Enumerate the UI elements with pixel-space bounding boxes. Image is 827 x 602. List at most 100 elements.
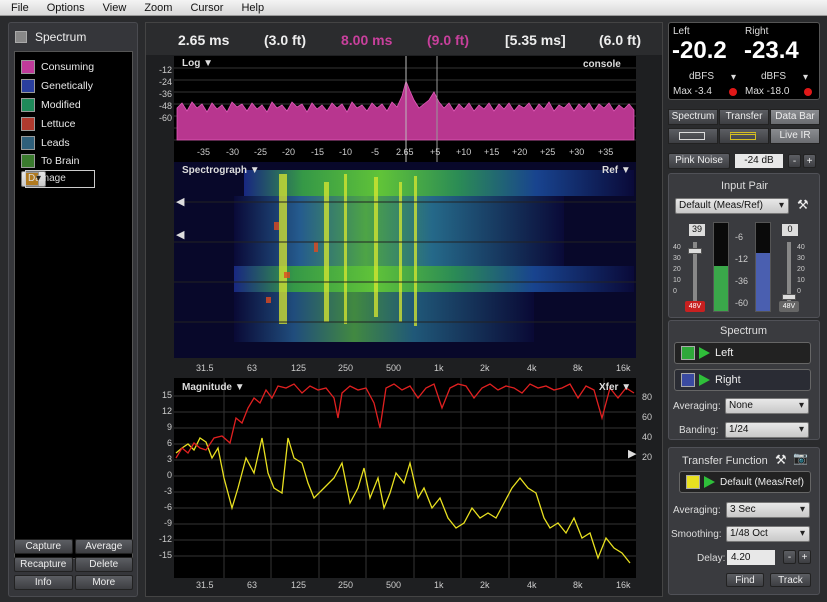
spectrum-channel-left[interactable]: Left <box>674 342 811 364</box>
spectrum-toggle[interactable] <box>15 31 27 43</box>
y-tick: -3 <box>163 486 172 496</box>
menu-view[interactable]: View <box>103 2 127 14</box>
x-tick: -25 <box>254 147 268 157</box>
delay-diff-ft: (6.0 ft) <box>599 32 641 48</box>
trace-label-edit[interactable]: Damage <box>25 170 95 188</box>
spectrograph-plot <box>174 170 636 342</box>
pair-color-swatch[interactable] <box>686 475 700 489</box>
left-unit: dBFS <box>689 71 715 82</box>
menu-file[interactable]: File <box>11 2 29 14</box>
spectro-marker-arrow[interactable]: ◀ <box>176 228 184 241</box>
left-unit-menu-icon[interactable]: ▾ <box>731 72 736 83</box>
layout-single-button[interactable] <box>668 128 718 144</box>
x-tick: 31.5 <box>196 363 214 373</box>
layout-split-button[interactable] <box>719 128 769 144</box>
track-button[interactable]: Track <box>770 573 811 587</box>
left-gain-slider[interactable] <box>688 242 702 304</box>
channel-color-swatch[interactable] <box>681 373 695 387</box>
scale-tick: 10 <box>673 277 681 284</box>
xfer-dropdown[interactable]: Xfer ▼ <box>599 382 631 393</box>
camera-icon[interactable]: 📷 <box>793 451 808 465</box>
trace-item-selected[interactable]: Damage <box>21 170 95 188</box>
tab-transfer[interactable]: Transfer <box>719 109 769 125</box>
right-phantom-power-button[interactable]: 48V <box>779 301 799 312</box>
transfer-pair-row[interactable]: Default (Meas/Ref) <box>679 471 811 493</box>
pink-noise-minus[interactable]: - <box>788 154 801 168</box>
left-phantom-power-button[interactable]: 48V <box>685 301 705 312</box>
menu-zoom[interactable]: Zoom <box>144 2 172 14</box>
left-gain-thumb[interactable] <box>688 248 702 254</box>
delay-input[interactable]: 4.20 <box>727 550 775 565</box>
channel-label: Left <box>715 347 734 359</box>
banding-select[interactable]: 1/24 <box>725 422 809 438</box>
right-input-meter <box>755 222 771 312</box>
x-tick: 250 <box>338 363 354 373</box>
recapture-button[interactable]: Recapture <box>14 557 73 572</box>
left-gain-value[interactable]: 39 <box>689 224 705 236</box>
pink-noise-button[interactable]: Pink Noise <box>668 153 730 169</box>
x-tick: +25 <box>540 147 556 157</box>
tools-icon[interactable]: ⚒ <box>775 452 787 468</box>
right-clip-indicator[interactable] <box>804 88 812 96</box>
spectrograph-pane[interactable]: Spectrograph ▼ Ref ▼ <box>174 162 636 358</box>
delete-button[interactable]: Delete <box>74 557 133 572</box>
info-button[interactable]: Info <box>14 575 73 590</box>
live-ir-button[interactable]: Live IR <box>770 128 820 144</box>
play-icon[interactable] <box>699 347 710 359</box>
pink-noise-plus[interactable]: + <box>803 154 816 168</box>
right-gain-value[interactable]: 0 <box>782 224 798 236</box>
trace-color-swatch[interactable] <box>21 154 35 168</box>
ref-dropdown[interactable]: Ref ▼ <box>602 165 631 176</box>
trace-item[interactable]: To Brain <box>21 152 80 170</box>
find-button[interactable]: Find <box>726 573 764 587</box>
trace-item[interactable]: Genetically <box>21 77 93 95</box>
tab-spectrum[interactable]: Spectrum <box>668 109 718 125</box>
pink-noise-row: Pink Noise -24 dB - + <box>668 153 820 169</box>
channel-color-swatch[interactable] <box>681 346 695 360</box>
input-pair-select[interactable]: Default (Meas/Ref) <box>675 198 789 214</box>
play-icon[interactable] <box>704 476 715 488</box>
magnitude-pane[interactable]: Magnitude ▼ Xfer ▼ <box>174 378 636 578</box>
right-unit-menu-icon[interactable]: ▾ <box>803 72 808 83</box>
play-icon[interactable] <box>699 374 710 386</box>
more-button[interactable]: More <box>74 575 133 590</box>
spectro-marker-arrow[interactable]: ◀ <box>176 195 184 208</box>
capture-button[interactable]: Capture <box>14 539 73 554</box>
spectrum-header: Spectrum <box>13 27 133 47</box>
trace-color-swatch[interactable] <box>21 117 35 131</box>
menu-help[interactable]: Help <box>241 2 264 14</box>
phase-marker-arrow[interactable]: ▶ <box>628 447 636 460</box>
delay-minus-button[interactable]: - <box>783 550 796 564</box>
trace-color-swatch[interactable] <box>21 79 35 93</box>
trace-item[interactable]: Modified <box>21 96 81 114</box>
left-level: -20.2 <box>672 37 727 64</box>
tab-data-bar[interactable]: Data Bar <box>770 109 820 125</box>
trace-color-swatch[interactable] <box>21 98 35 112</box>
trace-item[interactable]: Leads <box>21 134 70 152</box>
spectrograph-dropdown[interactable]: Spectrograph ▼ <box>182 165 260 176</box>
menu-cursor[interactable]: Cursor <box>190 2 223 14</box>
spectrum-channel-right[interactable]: Right <box>674 369 811 391</box>
trace-item[interactable]: Lettuce <box>21 115 75 133</box>
average-button[interactable]: Average <box>74 539 133 554</box>
smoothing-select[interactable]: 1/48 Oct <box>726 526 810 542</box>
right-gain-slider[interactable] <box>782 242 796 304</box>
x-tick: 31.5 <box>196 580 214 590</box>
x-tick: -15 <box>311 147 325 157</box>
tools-icon[interactable]: ⚒ <box>797 197 809 213</box>
log-scale-dropdown[interactable]: Log ▼ <box>182 58 213 69</box>
transfer-averaging-select[interactable]: 3 Sec <box>726 502 810 518</box>
menu-options[interactable]: Options <box>47 2 85 14</box>
trace-label: Genetically <box>41 80 93 92</box>
delay-plus-button[interactable]: + <box>798 550 811 564</box>
trace-color-swatch[interactable] <box>21 60 35 74</box>
right-gain-thumb[interactable] <box>782 294 796 300</box>
spectrum-section-title: Spectrum <box>720 325 768 337</box>
trace-item[interactable]: Consuming <box>21 58 94 76</box>
pink-noise-level[interactable]: -24 dB <box>735 154 783 168</box>
magnitude-dropdown[interactable]: Magnitude ▼ <box>182 382 245 393</box>
right-gain-scale: 40 30 20 10 0 <box>797 242 805 297</box>
left-clip-indicator[interactable] <box>729 88 737 96</box>
spectrum-averaging-select[interactable]: None <box>725 398 809 414</box>
trace-color-swatch[interactable] <box>21 136 35 150</box>
